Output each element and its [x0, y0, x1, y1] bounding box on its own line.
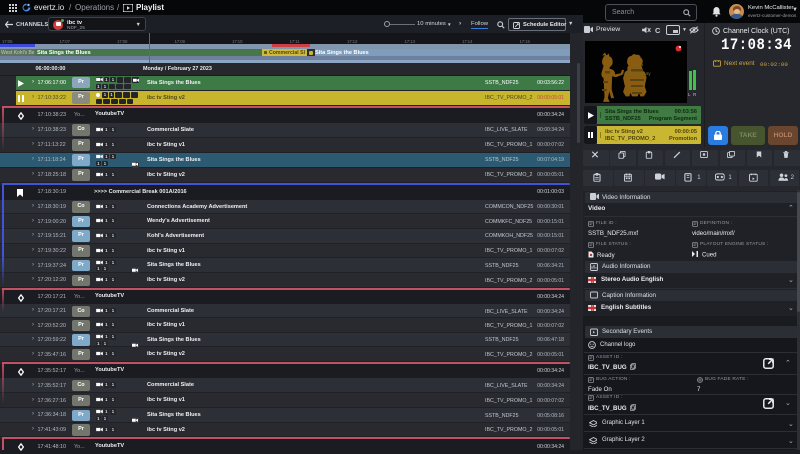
- svg-text:Bella: Bella: [633, 62, 644, 67]
- svg-text:14th Century: 14th Century: [625, 71, 651, 76]
